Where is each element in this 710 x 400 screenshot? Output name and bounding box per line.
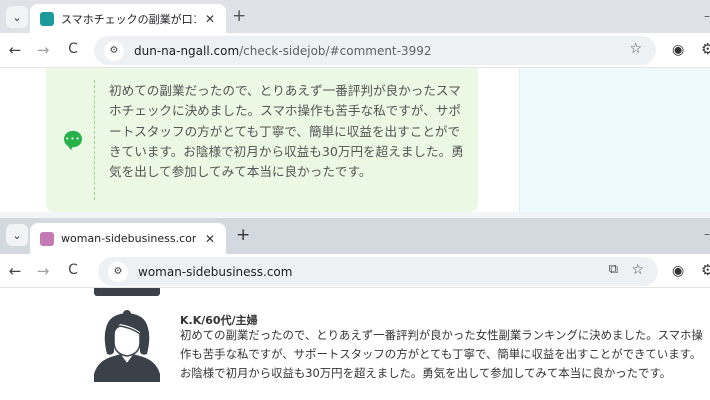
active-tab[interactable]: woman-sidebusiness.com ✕ xyxy=(30,223,226,254)
plus-icon[interactable]: + xyxy=(232,6,246,26)
comment-box: ••• 初めての副業だったので、とりあえず一番評判が良かったスマホチェックに決め… xyxy=(46,68,478,212)
url-text: dun-na-ngall.com/check-sidejob/#comment-… xyxy=(134,44,432,58)
close-icon[interactable]: ✕ xyxy=(202,12,218,26)
extension-icon[interactable]: ⚙ xyxy=(701,261,710,279)
page-content: K.K/60代/主婦 初めての副業だったので、とりあえず一番評判が良かった女性副… xyxy=(0,288,710,400)
divider xyxy=(94,80,95,200)
tab-search-button[interactable]: ⌄ xyxy=(6,6,28,28)
tab-bar: ⌄ woman-sidebusiness.com ✕ + – xyxy=(0,218,710,254)
site-favicon xyxy=(40,11,54,26)
reload-icon[interactable]: C xyxy=(64,262,82,278)
window-control[interactable]: – xyxy=(704,227,710,241)
record-icon[interactable]: ◉ xyxy=(672,42,684,58)
page-content: ••• 初めての副業だったので、とりあえず一番評判が良かったスマホチェックに決め… xyxy=(0,68,710,218)
window-control[interactable]: – xyxy=(704,9,710,23)
arrow-left-icon[interactable]: ← xyxy=(6,41,24,59)
browser-window-2: ⌄ woman-sidebusiness.com ✕ + – ← → C ⚙ w… xyxy=(0,218,710,400)
url-path: /check-sidejob/#comment-3992 xyxy=(239,43,432,58)
sidebar xyxy=(519,68,710,218)
tab-search-button[interactable]: ⌄ xyxy=(6,224,28,246)
site-favicon xyxy=(40,231,54,246)
chat-bubble-icon: ••• xyxy=(64,131,82,150)
url-text: woman-sidebusiness.com xyxy=(138,265,292,279)
address-bar[interactable]: ⚙ woman-sidebusiness.com ⧉ ☆ xyxy=(98,257,658,286)
review-text: 初めての副業だったので、とりあえず一番評判が良かった女性副業ランキングに決めまし… xyxy=(180,328,703,380)
url-host: woman-sidebusiness.com xyxy=(138,264,293,279)
close-icon[interactable]: ✕ xyxy=(202,232,218,246)
tab-title: woman-sidebusiness.com xyxy=(61,232,196,245)
comment-text: 初めての副業だったので、とりあえず一番評判が良かったスマホチェックに決めました。… xyxy=(109,83,464,180)
star-icon[interactable]: ☆ xyxy=(631,262,644,278)
address-bar[interactable]: ⚙ dun-na-ngall.com/check-sidejob/#commen… xyxy=(94,36,656,65)
url-host: dun-na-ngall.com xyxy=(134,43,240,58)
tune-icon[interactable]: ⚙ xyxy=(104,40,124,61)
arrow-right-icon[interactable]: → xyxy=(34,41,52,59)
browser-toolbar: ← → C ⚙ woman-sidebusiness.com ⧉ ☆ ◉ ⚙ xyxy=(0,254,710,288)
active-tab[interactable]: スマホチェックの副業が口コミで大絶 ✕ xyxy=(30,4,226,33)
browser-window-1: ⌄ スマホチェックの副業が口コミで大絶 ✕ + – ← → C ⚙ dun-na… xyxy=(0,0,710,218)
arrow-right-icon[interactable]: → xyxy=(34,262,52,280)
reload-icon[interactable]: C xyxy=(64,41,82,57)
chevron-down-icon: ⌄ xyxy=(12,228,22,242)
star-icon[interactable]: ☆ xyxy=(629,41,642,57)
tune-icon[interactable]: ⚙ xyxy=(108,261,128,282)
tab-title: スマホチェックの副業が口コミで大絶 xyxy=(61,12,196,26)
arrow-left-icon[interactable]: ← xyxy=(6,262,24,280)
user-avatar-icon xyxy=(94,310,160,382)
cast-icon[interactable]: ⧉ xyxy=(609,262,618,277)
extension-icon[interactable]: ⚙ xyxy=(701,40,710,58)
plus-icon[interactable]: + xyxy=(236,225,250,245)
chevron-down-icon: ⌄ xyxy=(12,10,22,24)
browser-toolbar: ← → C ⚙ dun-na-ngall.com/check-sidejob/#… xyxy=(0,33,710,68)
previous-avatar xyxy=(94,288,160,296)
record-icon[interactable]: ◉ xyxy=(672,263,684,279)
tab-bar: ⌄ スマホチェックの副業が口コミで大絶 ✕ + – xyxy=(0,0,710,33)
